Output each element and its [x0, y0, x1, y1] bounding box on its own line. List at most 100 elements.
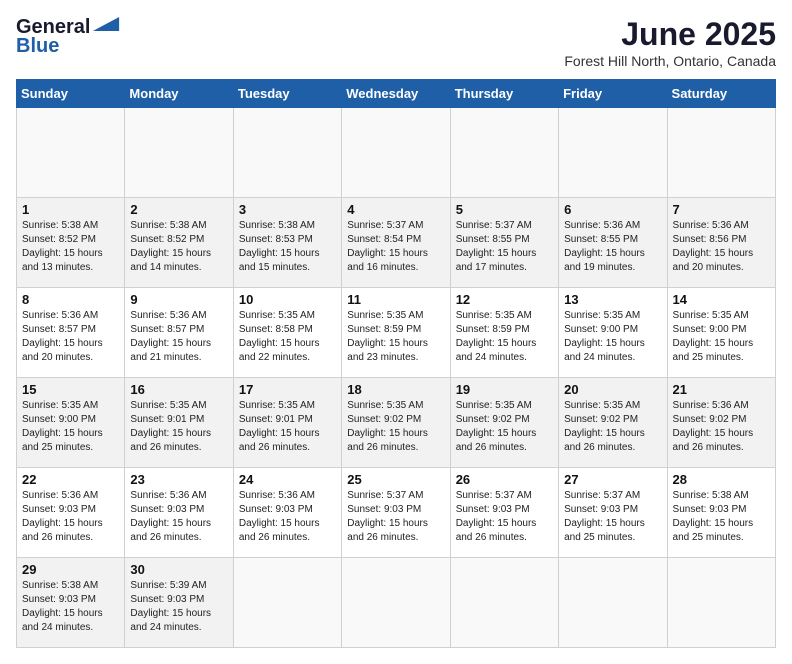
calendar-cell: 21Sunrise: 5:36 AMSunset: 9:02 PMDayligh…	[667, 378, 775, 468]
cell-info: Sunrise: 5:35 AM	[564, 309, 661, 323]
cell-info: Sunset: 9:01 PM	[239, 413, 336, 427]
day-number: 27	[564, 472, 661, 487]
cell-info: Daylight: 15 hours	[564, 427, 661, 441]
cell-info: Daylight: 15 hours	[22, 427, 119, 441]
day-number: 21	[673, 382, 770, 397]
cell-info: Daylight: 15 hours	[239, 247, 336, 261]
cell-info: Sunset: 9:03 PM	[130, 503, 227, 517]
cell-info: and 20 minutes.	[22, 351, 119, 365]
cell-info: Daylight: 15 hours	[130, 607, 227, 621]
day-number: 17	[239, 382, 336, 397]
cell-info: Sunrise: 5:35 AM	[456, 399, 553, 413]
cell-info: Sunset: 9:02 PM	[456, 413, 553, 427]
header-day-thursday: Thursday	[450, 80, 558, 108]
cell-info: and 26 minutes.	[347, 441, 444, 455]
cell-info: Daylight: 15 hours	[456, 517, 553, 531]
cell-info: and 26 minutes.	[673, 441, 770, 455]
cell-info: Sunset: 8:57 PM	[130, 323, 227, 337]
cell-info: Sunrise: 5:36 AM	[130, 489, 227, 503]
cell-info: Sunrise: 5:37 AM	[347, 219, 444, 233]
header-day-friday: Friday	[559, 80, 667, 108]
calendar-table: SundayMondayTuesdayWednesdayThursdayFrid…	[16, 79, 776, 648]
calendar-cell: 4Sunrise: 5:37 AMSunset: 8:54 PMDaylight…	[342, 198, 450, 288]
cell-info: and 24 minutes.	[564, 351, 661, 365]
cell-info: Sunrise: 5:35 AM	[22, 399, 119, 413]
cell-info: and 26 minutes.	[130, 531, 227, 545]
calendar-cell: 5Sunrise: 5:37 AMSunset: 8:55 PMDaylight…	[450, 198, 558, 288]
calendar-week-4: 22Sunrise: 5:36 AMSunset: 9:03 PMDayligh…	[17, 468, 776, 558]
cell-info: Daylight: 15 hours	[239, 427, 336, 441]
calendar-cell: 15Sunrise: 5:35 AMSunset: 9:00 PMDayligh…	[17, 378, 125, 468]
day-number: 11	[347, 292, 444, 307]
day-number: 6	[564, 202, 661, 217]
day-number: 10	[239, 292, 336, 307]
calendar-cell	[233, 558, 341, 648]
cell-info: and 26 minutes.	[347, 531, 444, 545]
cell-info: Sunrise: 5:35 AM	[130, 399, 227, 413]
cell-info: Daylight: 15 hours	[564, 247, 661, 261]
cell-info: and 20 minutes.	[673, 261, 770, 275]
cell-info: and 23 minutes.	[347, 351, 444, 365]
cell-info: Sunrise: 5:36 AM	[22, 309, 119, 323]
cell-info: Sunset: 8:55 PM	[564, 233, 661, 247]
cell-info: and 25 minutes.	[673, 531, 770, 545]
day-number: 9	[130, 292, 227, 307]
day-number: 30	[130, 562, 227, 577]
cell-info: Daylight: 15 hours	[22, 607, 119, 621]
cell-info: Sunrise: 5:35 AM	[673, 309, 770, 323]
header-day-tuesday: Tuesday	[233, 80, 341, 108]
cell-info: Sunrise: 5:35 AM	[239, 309, 336, 323]
cell-info: Daylight: 15 hours	[347, 247, 444, 261]
cell-info: Sunset: 9:03 PM	[347, 503, 444, 517]
cell-info: and 26 minutes.	[564, 441, 661, 455]
cell-info: Sunset: 8:57 PM	[22, 323, 119, 337]
day-number: 26	[456, 472, 553, 487]
day-number: 23	[130, 472, 227, 487]
logo-blue: Blue	[16, 35, 59, 58]
calendar-cell: 22Sunrise: 5:36 AMSunset: 9:03 PMDayligh…	[17, 468, 125, 558]
calendar-cell: 9Sunrise: 5:36 AMSunset: 8:57 PMDaylight…	[125, 288, 233, 378]
day-number: 8	[22, 292, 119, 307]
cell-info: and 26 minutes.	[22, 531, 119, 545]
cell-info: Daylight: 15 hours	[130, 247, 227, 261]
cell-info: and 26 minutes.	[239, 441, 336, 455]
calendar-cell: 2Sunrise: 5:38 AMSunset: 8:52 PMDaylight…	[125, 198, 233, 288]
cell-info: Sunset: 8:53 PM	[239, 233, 336, 247]
calendar-cell: 13Sunrise: 5:35 AMSunset: 9:00 PMDayligh…	[559, 288, 667, 378]
calendar-cell: 24Sunrise: 5:36 AMSunset: 9:03 PMDayligh…	[233, 468, 341, 558]
calendar-cell: 18Sunrise: 5:35 AMSunset: 9:02 PMDayligh…	[342, 378, 450, 468]
calendar-cell: 17Sunrise: 5:35 AMSunset: 9:01 PMDayligh…	[233, 378, 341, 468]
header-day-monday: Monday	[125, 80, 233, 108]
cell-info: Sunrise: 5:37 AM	[456, 489, 553, 503]
cell-info: Daylight: 15 hours	[564, 517, 661, 531]
cell-info: and 26 minutes.	[456, 441, 553, 455]
cell-info: and 25 minutes.	[564, 531, 661, 545]
cell-info: Daylight: 15 hours	[347, 337, 444, 351]
cell-info: Sunrise: 5:35 AM	[564, 399, 661, 413]
cell-info: Daylight: 15 hours	[22, 337, 119, 351]
cell-info: and 25 minutes.	[22, 441, 119, 455]
cell-info: Sunset: 9:03 PM	[564, 503, 661, 517]
cell-info: Sunrise: 5:38 AM	[673, 489, 770, 503]
calendar-cell	[559, 108, 667, 198]
month-title: June 2025	[564, 16, 776, 53]
cell-info: Sunrise: 5:35 AM	[347, 399, 444, 413]
day-number: 14	[673, 292, 770, 307]
calendar-cell: 26Sunrise: 5:37 AMSunset: 9:03 PMDayligh…	[450, 468, 558, 558]
cell-info: and 25 minutes.	[673, 351, 770, 365]
calendar-cell: 28Sunrise: 5:38 AMSunset: 9:03 PMDayligh…	[667, 468, 775, 558]
cell-info: and 24 minutes.	[22, 621, 119, 635]
calendar-cell	[342, 108, 450, 198]
calendar-week-0	[17, 108, 776, 198]
cell-info: Daylight: 15 hours	[456, 247, 553, 261]
calendar-cell	[17, 108, 125, 198]
cell-info: Sunset: 9:03 PM	[239, 503, 336, 517]
cell-info: Daylight: 15 hours	[239, 517, 336, 531]
cell-info: Sunrise: 5:38 AM	[22, 219, 119, 233]
cell-info: Sunrise: 5:37 AM	[564, 489, 661, 503]
day-number: 22	[22, 472, 119, 487]
cell-info: Sunset: 8:59 PM	[347, 323, 444, 337]
cell-info: Sunrise: 5:36 AM	[564, 219, 661, 233]
cell-info: Sunrise: 5:36 AM	[130, 309, 227, 323]
calendar-cell: 29Sunrise: 5:38 AMSunset: 9:03 PMDayligh…	[17, 558, 125, 648]
